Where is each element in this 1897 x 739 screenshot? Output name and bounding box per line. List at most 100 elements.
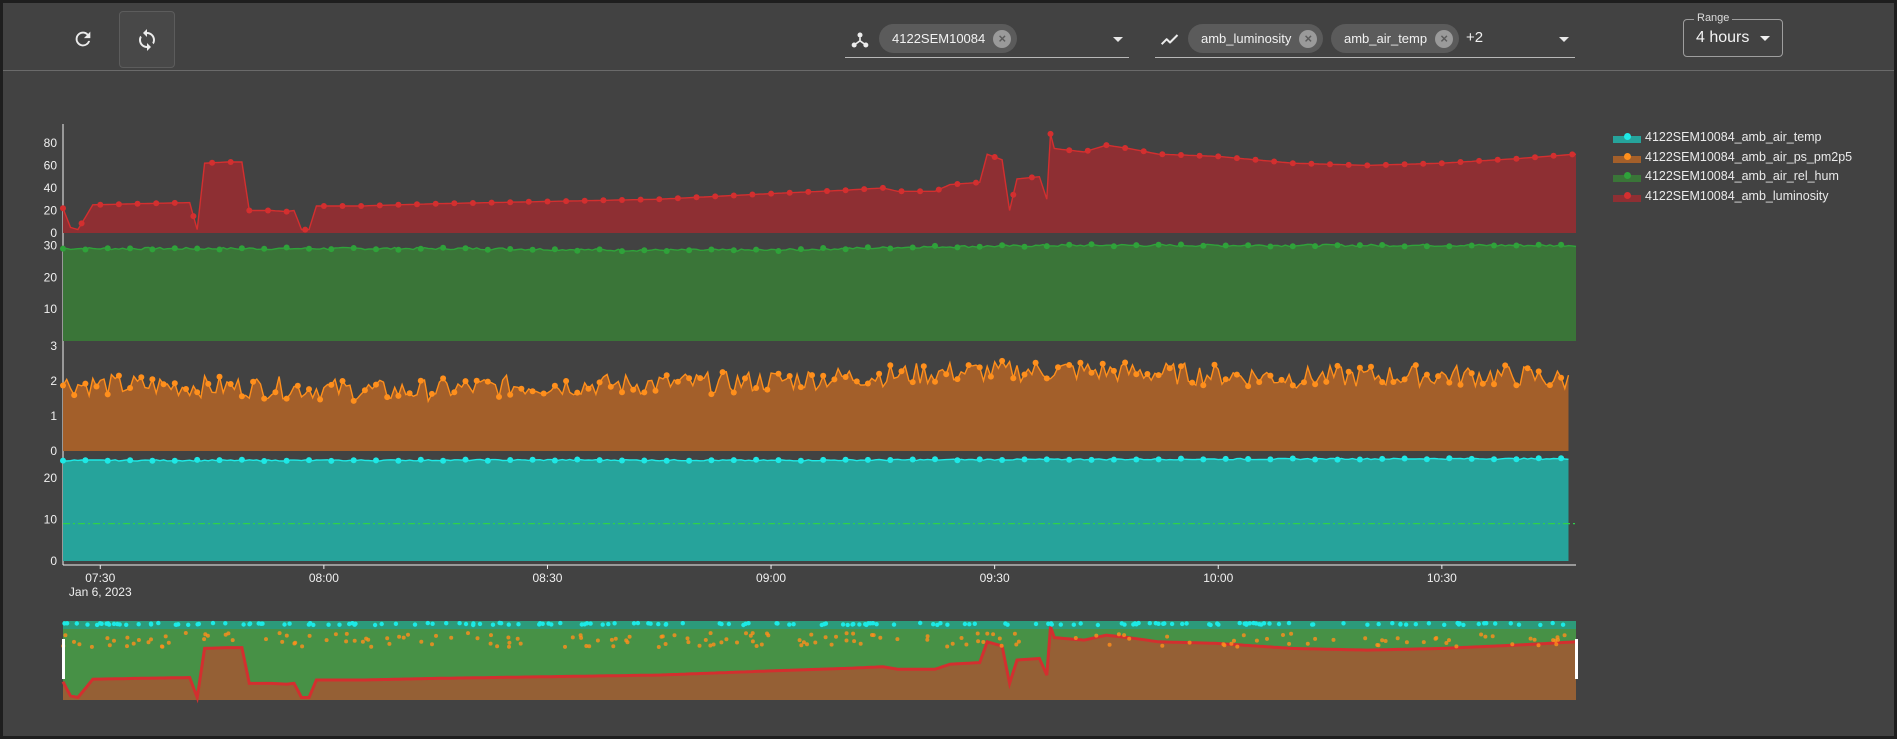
range-point xyxy=(766,633,771,638)
range-point xyxy=(1071,622,1077,627)
range-point xyxy=(972,621,977,626)
chip-remove-icon[interactable]: × xyxy=(1299,29,1318,48)
range-point xyxy=(1119,621,1125,626)
data-point xyxy=(909,379,916,386)
range-point xyxy=(385,636,390,641)
range-point xyxy=(1180,621,1185,627)
metric-select[interactable]: amb_luminosity × amb_air_temp × +2 xyxy=(1155,21,1575,58)
data-point xyxy=(246,207,253,214)
range-point xyxy=(264,637,268,642)
range-point xyxy=(851,631,856,636)
data-point xyxy=(574,389,581,396)
data-point xyxy=(1345,161,1352,168)
chevron-down-icon[interactable] xyxy=(1559,37,1569,42)
data-point xyxy=(775,248,782,254)
range-point xyxy=(967,622,972,627)
data-point xyxy=(462,245,469,252)
metric-chip-air-temp[interactable]: amb_air_temp × xyxy=(1331,24,1460,53)
data-point xyxy=(1200,382,1207,389)
range-point xyxy=(1508,621,1514,626)
y-tick-label: 20 xyxy=(44,270,58,284)
data-point xyxy=(462,456,469,463)
data-point xyxy=(317,396,324,403)
data-point xyxy=(1423,456,1430,463)
chip-remove-icon[interactable]: × xyxy=(1435,29,1454,48)
data-point xyxy=(1558,455,1565,462)
data-point xyxy=(1200,242,1207,249)
data-point xyxy=(1446,455,1453,462)
metric-chip-luminosity[interactable]: amb_luminosity × xyxy=(1188,24,1324,53)
data-point xyxy=(484,246,491,253)
range-point xyxy=(672,633,677,638)
range-point xyxy=(148,622,154,627)
range-point xyxy=(685,636,690,641)
refresh-button[interactable] xyxy=(65,21,101,57)
range-point xyxy=(1169,621,1175,627)
range-point xyxy=(379,621,384,627)
data-point xyxy=(551,457,558,464)
data-point xyxy=(1211,361,1218,368)
chevron-down-icon[interactable] xyxy=(1113,37,1123,42)
legend-item-pm2p5[interactable]: 4122SEM10084_amb_air_ps_pm2p5 xyxy=(1613,149,1852,169)
data-point xyxy=(1479,380,1486,387)
range-point xyxy=(1455,620,1460,626)
data-point xyxy=(1256,379,1263,386)
metric-chip-label: amb_luminosity xyxy=(1201,31,1292,46)
range-point xyxy=(1313,636,1318,641)
data-point xyxy=(1390,379,1397,385)
range-point xyxy=(1363,636,1368,641)
data-point xyxy=(1491,381,1497,388)
range-point xyxy=(750,639,755,644)
data-point xyxy=(1252,156,1259,163)
data-point xyxy=(656,196,663,203)
data-point xyxy=(853,378,860,385)
data-point xyxy=(127,457,134,464)
range-point xyxy=(791,622,796,627)
data-point xyxy=(358,203,365,209)
y-tick-label: 20 xyxy=(44,203,58,217)
auto-refresh-button[interactable] xyxy=(119,11,175,68)
data-point xyxy=(917,188,924,195)
range-handle-left[interactable] xyxy=(62,639,65,679)
legend-item-air-temp[interactable]: 4122SEM10084_amb_air_temp xyxy=(1613,129,1852,149)
range-point xyxy=(1365,622,1370,627)
range-handle-right[interactable] xyxy=(1575,639,1578,679)
range-point xyxy=(1116,632,1121,637)
timeseries-chart[interactable]: 02040608010203001230102007:30 08:00 08:30 0… xyxy=(3,70,1894,736)
device-chip[interactable]: 4122SEM10084 × xyxy=(879,24,1018,53)
range-point xyxy=(1390,621,1395,626)
data-point xyxy=(965,362,972,369)
range-point xyxy=(247,622,252,627)
range-point xyxy=(449,635,454,640)
data-point xyxy=(1140,148,1147,155)
device-select[interactable]: 4122SEM10084 × xyxy=(845,21,1129,58)
range-point xyxy=(1331,637,1336,642)
range-point xyxy=(1305,641,1310,646)
range-point xyxy=(1003,621,1008,626)
data-point xyxy=(183,386,189,392)
range-point xyxy=(1014,642,1019,647)
range-point xyxy=(430,621,435,626)
range-point xyxy=(497,620,502,626)
range-select[interactable]: Range 4 hours xyxy=(1683,12,1783,57)
range-point xyxy=(680,621,685,626)
data-point xyxy=(127,385,134,391)
data-point xyxy=(1066,147,1073,154)
range-point xyxy=(1413,622,1419,627)
range-point xyxy=(1049,621,1054,626)
chip-remove-icon[interactable]: × xyxy=(993,29,1012,48)
data-point xyxy=(320,203,327,209)
range-point xyxy=(1244,621,1249,626)
data-point xyxy=(294,382,301,389)
data-point xyxy=(585,385,592,392)
legend-item-luminosity[interactable]: 4122SEM10084_amb_luminosity xyxy=(1613,188,1852,208)
range-point xyxy=(94,622,100,628)
data-point xyxy=(887,245,894,252)
data-point xyxy=(935,186,942,193)
data-point xyxy=(1133,371,1140,378)
range-point xyxy=(1426,621,1432,626)
range-point xyxy=(1482,621,1487,626)
range-point xyxy=(774,621,779,626)
range-value: 4 hours xyxy=(1696,29,1750,46)
legend-item-rel-hum[interactable]: 4122SEM10084_amb_air_rel_hum xyxy=(1613,168,1852,188)
